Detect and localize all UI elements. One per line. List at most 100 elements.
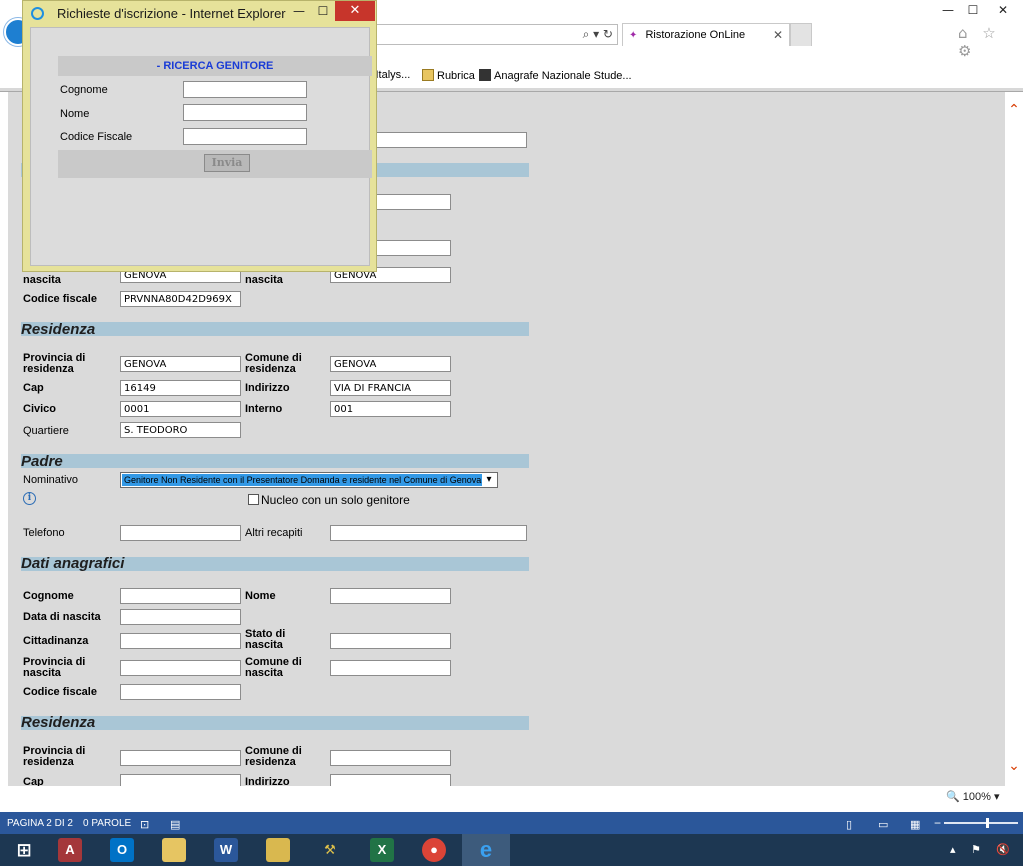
- chevron-down-icon[interactable]: ▾: [482, 473, 496, 487]
- taskbar-files[interactable]: [254, 834, 302, 866]
- codice-fiscale-field[interactable]: PRVNNA80D42D969X: [120, 291, 241, 307]
- taskbar-outlook[interactable]: O: [98, 834, 146, 866]
- invia-button[interactable]: Invia: [204, 154, 250, 172]
- zoom-thumb[interactable]: [986, 818, 989, 828]
- cap2-label: Cap: [23, 776, 44, 787]
- comune-residenza2-field[interactable]: [330, 750, 451, 766]
- system-tray-icons[interactable]: ▴ ⚑ 🔇: [950, 843, 1016, 856]
- popup-maximize-button[interactable]: ☐: [313, 1, 333, 21]
- home-favorites-settings-icons[interactable]: ⌂ ☆ ⚙: [958, 24, 1023, 60]
- indirizzo-field[interactable]: VIA DI FRANCIA: [330, 380, 451, 396]
- stato-nascita-label: Stato di nascita: [245, 628, 286, 651]
- cap-field[interactable]: 16149: [120, 380, 241, 396]
- cognome-field[interactable]: [120, 588, 241, 604]
- residenza2-section-bar: [21, 716, 529, 730]
- data-nascita-field[interactable]: [120, 609, 241, 625]
- info-icon[interactable]: i: [23, 492, 36, 505]
- nucleo-checkbox[interactable]: [248, 494, 259, 505]
- civico-field[interactable]: 0001: [120, 401, 241, 417]
- tab-close-icon[interactable]: ✕: [773, 28, 783, 42]
- residenza-title: Residenza: [21, 321, 96, 338]
- web-layout-icon[interactable]: ▦: [910, 818, 920, 831]
- altri-recapiti-field[interactable]: [330, 525, 527, 541]
- taskbar-tools[interactable]: ⚒: [306, 834, 354, 866]
- provincia-nascita-field-2[interactable]: [120, 660, 241, 676]
- search-cognome-input[interactable]: [183, 81, 307, 98]
- indirizzo-label: Indirizzo: [245, 382, 290, 394]
- ricerca-genitore-header: - RICERCA GENITORE: [58, 56, 372, 76]
- taskbar-chrome[interactable]: ●: [410, 834, 458, 866]
- taskbar-access[interactable]: A: [46, 834, 94, 866]
- cittadinanza-field[interactable]: [120, 633, 241, 649]
- comune-nascita-field-2[interactable]: [330, 660, 451, 676]
- cap2-field[interactable]: [120, 774, 241, 786]
- codice-fiscale-label-2: Codice fiscale: [23, 686, 97, 698]
- provincia-residenza-field[interactable]: GENOVA: [120, 356, 241, 372]
- word-count[interactable]: 0 PAROLE: [83, 818, 131, 829]
- popup-minimize-button[interactable]: —: [289, 1, 309, 21]
- browser-close-button[interactable]: ✕: [985, 0, 1021, 20]
- nome-field[interactable]: [330, 588, 451, 604]
- word-status-bar: PAGINA 2 DI 2 0 PAROLE ⊡ ▤ ▯ ▭ ▦ −: [0, 812, 1023, 834]
- interno-field[interactable]: 001: [330, 401, 451, 417]
- residenza-section-bar: [21, 322, 529, 336]
- proofing-icon[interactable]: ⊡: [140, 818, 149, 831]
- page-count[interactable]: PAGINA 2 DI 2: [7, 818, 73, 829]
- read-mode-icon[interactable]: ▯: [846, 818, 852, 831]
- print-layout-icon[interactable]: ▭: [878, 818, 888, 831]
- hidden-field-2[interactable]: [373, 194, 451, 210]
- zoom-out-icon[interactable]: −: [934, 816, 941, 830]
- taskbar-word[interactable]: W: [202, 834, 250, 866]
- favorite-anagrafe[interactable]: Anagrafe Nazionale Stude...: [479, 69, 632, 82]
- popup-title: Richieste d'iscrizione - Internet Explor…: [57, 6, 286, 21]
- comune-nascita-label: Comune di nascita: [245, 656, 302, 679]
- macro-icon[interactable]: ▤: [170, 818, 180, 831]
- tools-icon: ⚒: [324, 842, 336, 857]
- browser-minimize-button[interactable]: —: [935, 0, 961, 20]
- search-codice-fiscale-label: Codice Fiscale: [60, 131, 133, 143]
- address-bar[interactable]: ⌕ ▾ ↻: [376, 24, 618, 45]
- start-button[interactable]: ⊞: [0, 834, 48, 866]
- padre-title: Padre: [21, 453, 63, 470]
- interno-label: Interno: [245, 403, 283, 415]
- vertical-scrollbar[interactable]: ⌃ ⌄: [1005, 92, 1023, 786]
- residenza2-title: Residenza: [21, 714, 96, 731]
- popup-close-button[interactable]: ✕: [335, 1, 375, 21]
- tab-label: Ristorazione OnLine: [645, 29, 746, 41]
- nominativo-select[interactable]: Genitore Non Residente con il Presentato…: [120, 472, 498, 488]
- browser-maximize-button[interactable]: ☐: [960, 0, 986, 20]
- search-codice-fiscale-input[interactable]: [183, 128, 307, 145]
- telefono-label: Telefono: [23, 527, 65, 539]
- provincia-residenza2-field[interactable]: [120, 750, 241, 766]
- scroll-up-icon[interactable]: ⌃: [1005, 102, 1023, 118]
- explorer-folder-icon: [162, 838, 186, 862]
- rubrica-icon: [422, 69, 434, 81]
- taskbar-excel[interactable]: X: [358, 834, 406, 866]
- cognome-label: Cognome: [23, 590, 74, 602]
- comune-residenza-label: Comune di residenza: [245, 352, 302, 375]
- quartiere-field[interactable]: S. TEODORO: [120, 422, 241, 438]
- outlook-icon: O: [110, 838, 134, 862]
- ricerca-genitore-popup: Richieste d'iscrizione - Internet Explor…: [22, 0, 377, 272]
- telefono-field[interactable]: [120, 525, 241, 541]
- taskbar-internet-explorer[interactable]: e: [462, 834, 510, 866]
- nome-label: Nome: [245, 590, 276, 602]
- search-refresh-icons[interactable]: ⌕ ▾ ↻: [583, 27, 613, 42]
- zoom-level[interactable]: 🔍 100% ▾: [946, 790, 999, 803]
- taskbar-explorer-folder[interactable]: [150, 834, 198, 866]
- hidden-top-field[interactable]: [373, 132, 527, 148]
- indirizzo2-field[interactable]: [330, 774, 451, 786]
- stato-nascita-field[interactable]: [330, 633, 451, 649]
- new-tab-button[interactable]: [790, 23, 812, 46]
- comune-residenza-field[interactable]: GENOVA: [330, 356, 451, 372]
- hidden-field-3[interactable]: [373, 240, 451, 256]
- zoom-slider[interactable]: [944, 818, 1018, 828]
- search-cognome-label: Cognome: [60, 84, 108, 96]
- civico-label: Civico: [23, 403, 57, 415]
- codice-fiscale-field-2[interactable]: [120, 684, 241, 700]
- search-nome-input[interactable]: [183, 104, 307, 121]
- scroll-down-icon[interactable]: ⌄: [1005, 758, 1023, 774]
- tab-favicon-icon: ✦: [629, 30, 638, 41]
- favorite-rubrica[interactable]: Rubrica: [422, 69, 475, 82]
- tab-ristorazione[interactable]: ✦ Ristorazione OnLine ✕: [622, 23, 790, 46]
